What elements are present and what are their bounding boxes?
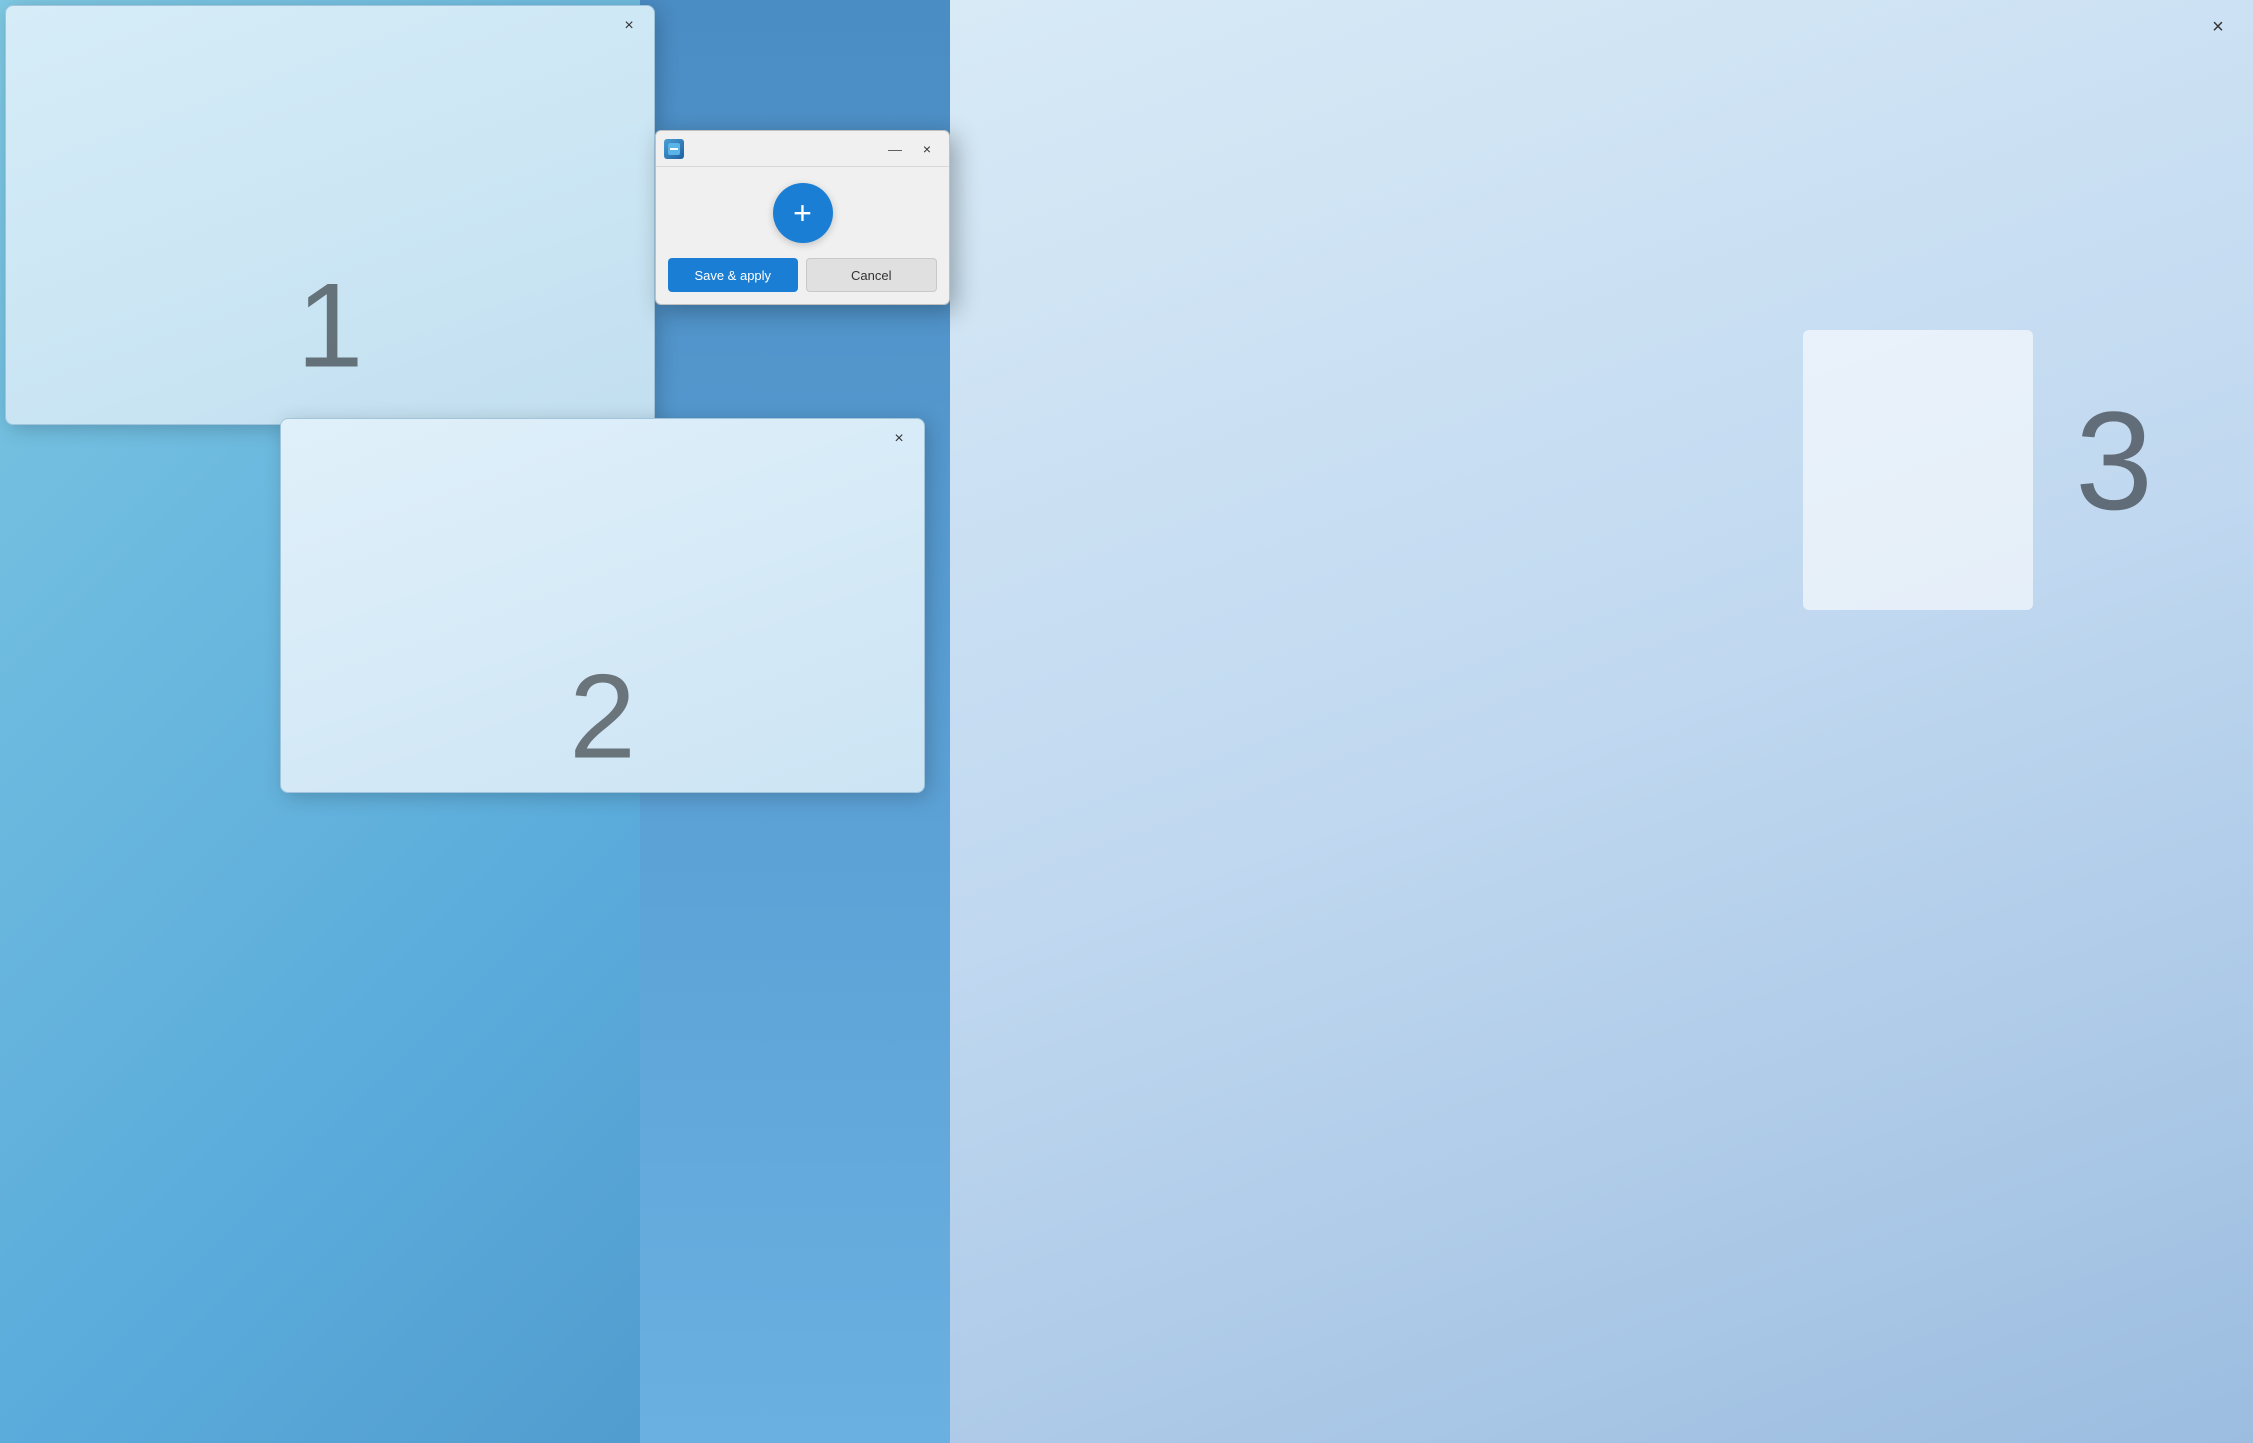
window-1-close-button[interactable]: × [614, 11, 644, 41]
dialog-app-icon [664, 139, 684, 159]
dialog-minimize-button[interactable]: — [881, 138, 909, 160]
dialog-actions: Save & apply Cancel [656, 258, 949, 304]
dialog-titlebar: — × [656, 131, 949, 167]
window-1: × 1 [5, 5, 655, 425]
dialog-title-left [664, 139, 684, 159]
dialog-body: + [656, 167, 949, 258]
plus-icon: + [793, 197, 812, 229]
dialog-controls: — × [881, 138, 941, 160]
cancel-button[interactable]: Cancel [806, 258, 938, 292]
right-background [943, 0, 2253, 1443]
window-2: × 2 [280, 418, 925, 793]
right-panel-close-button[interactable]: × [2203, 12, 2233, 42]
right-panel-number: 3 [2075, 380, 2153, 542]
dialog-close-button[interactable]: × [913, 138, 941, 160]
window-2-number: 2 [569, 647, 636, 785]
window-1-number: 1 [297, 256, 364, 394]
dialog-window: — × + Save & apply Cancel [655, 130, 950, 305]
window-2-titlebar: × [281, 419, 924, 459]
window-2-close-button[interactable]: × [884, 424, 914, 454]
save-apply-button[interactable]: Save & apply [668, 258, 798, 292]
window-1-titlebar: × [6, 6, 654, 46]
dialog-add-button[interactable]: + [773, 183, 833, 243]
right-panel-card [1803, 330, 2033, 610]
